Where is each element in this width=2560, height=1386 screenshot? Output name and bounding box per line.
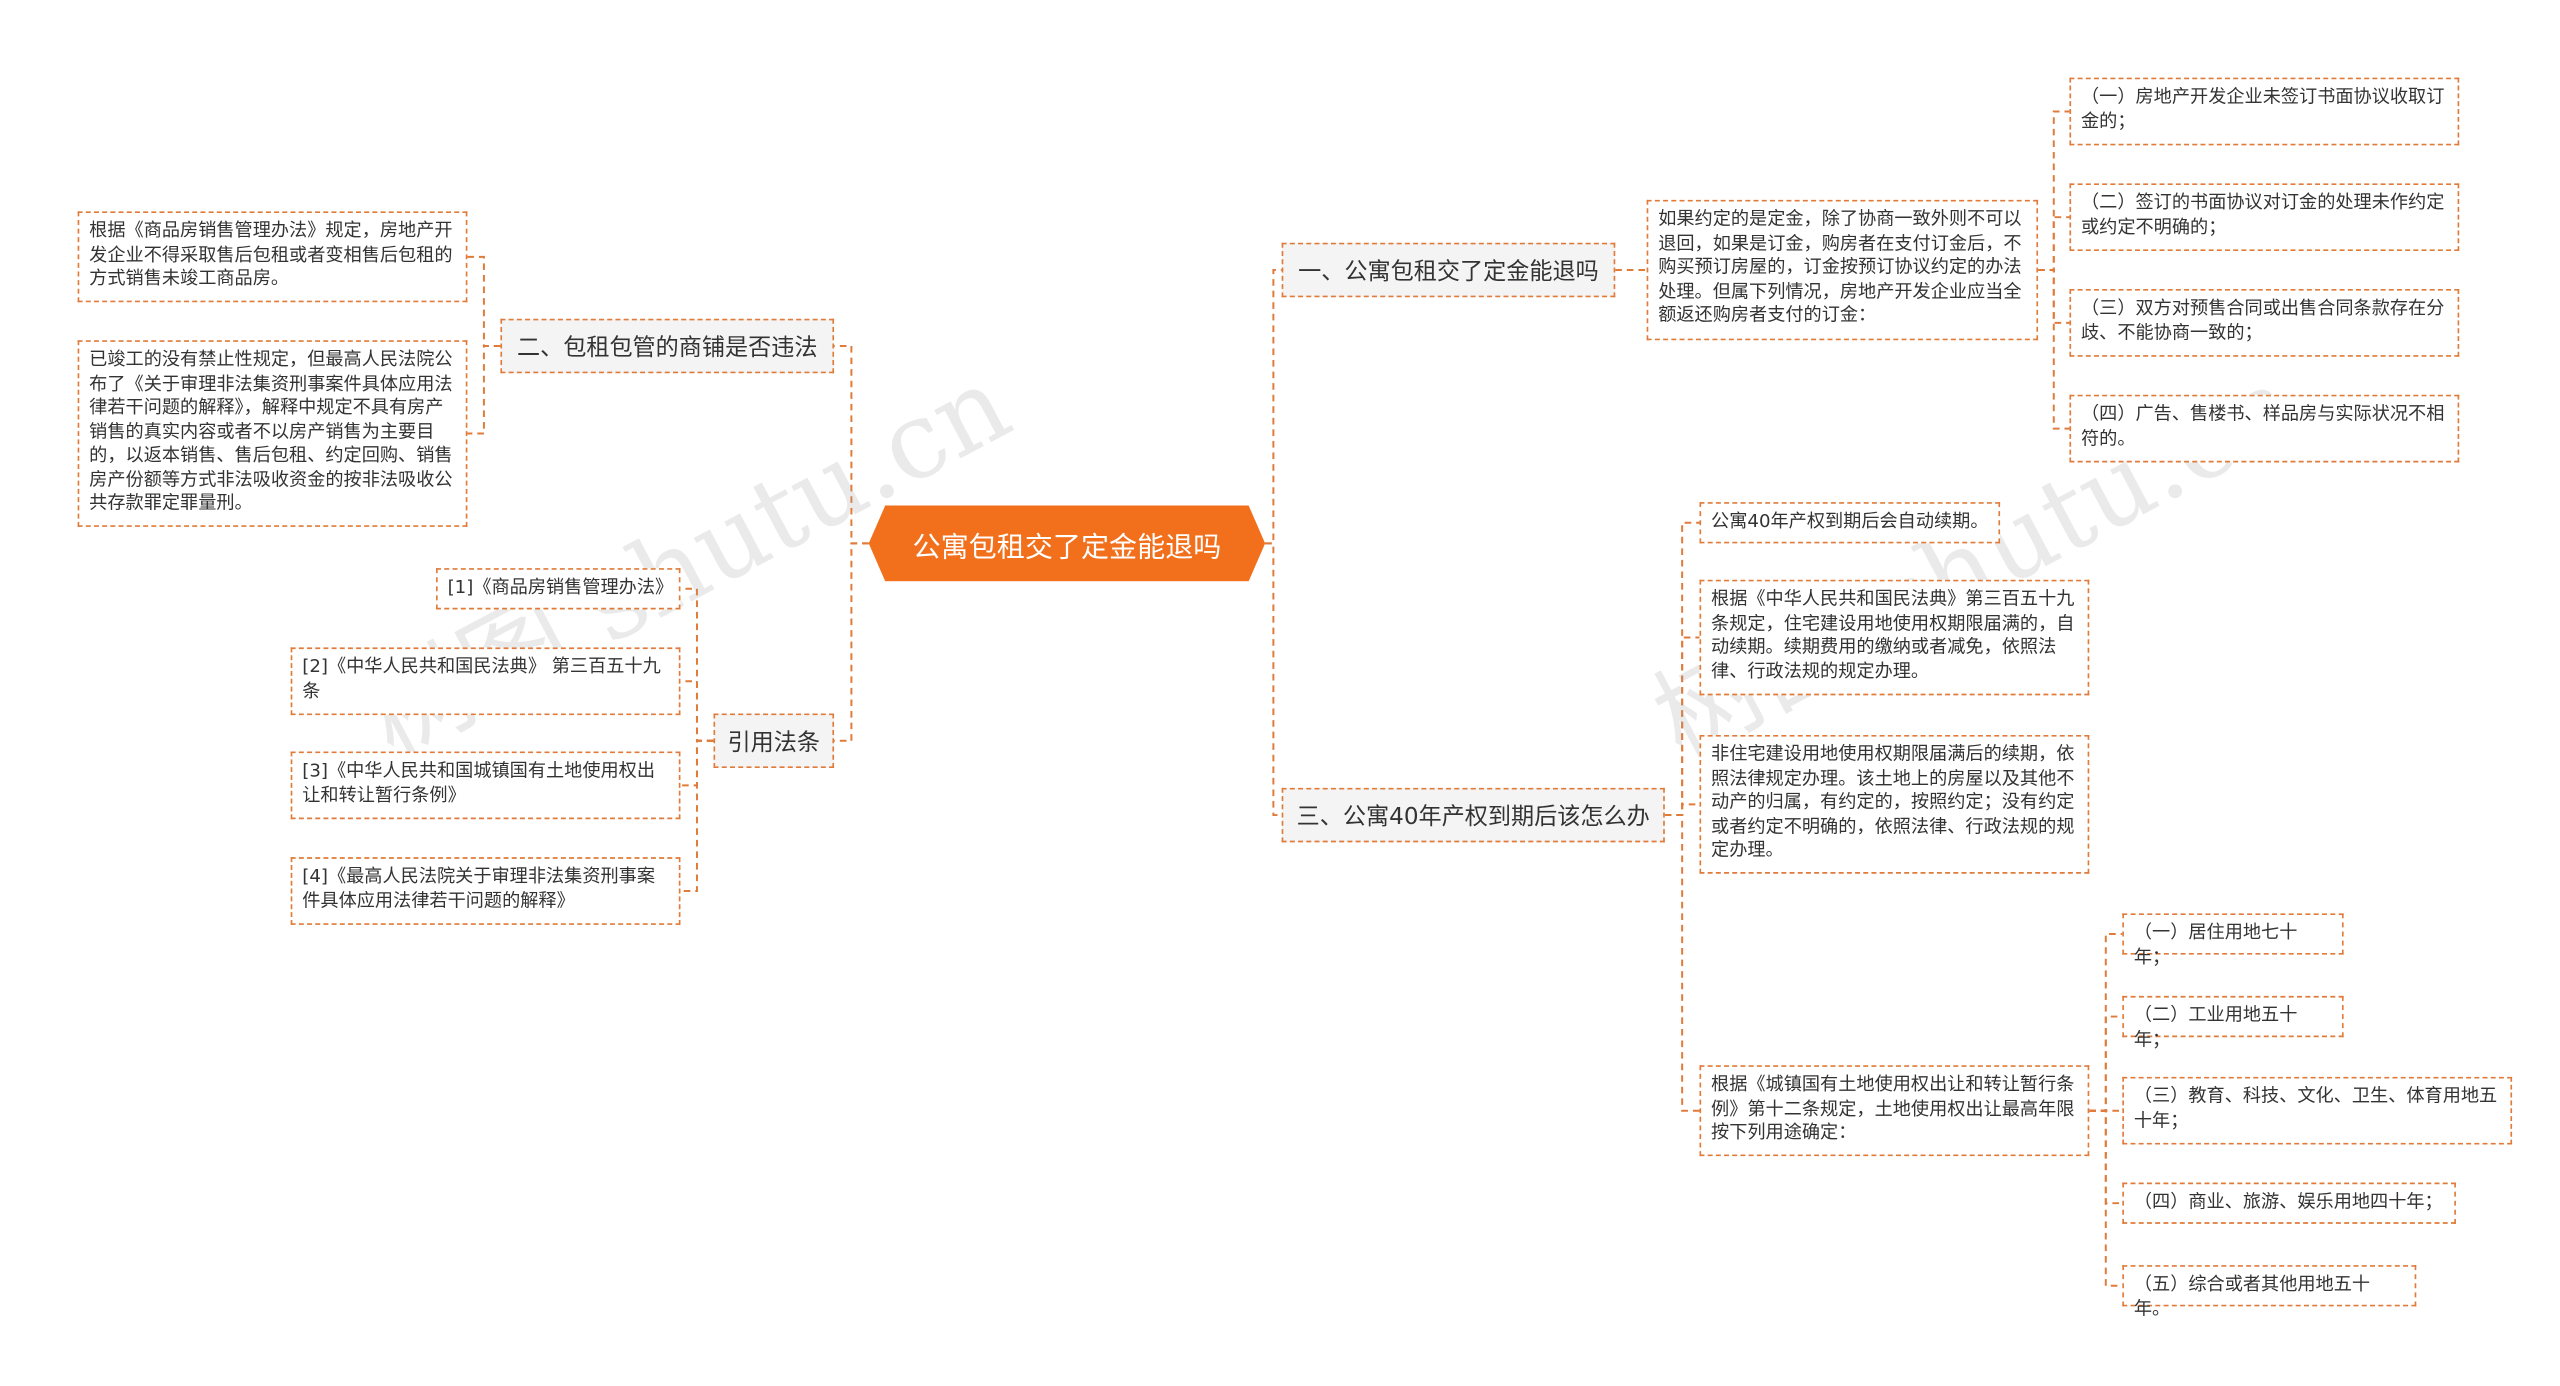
branch-1-item-3[interactable]: （三）双方对预售合同或出售合同条款存在分歧、不能协商一致的； — [2069, 289, 2460, 357]
land-term-5[interactable]: （五）综合或者其他用地五十年。 — [2122, 1265, 2417, 1319]
root-topic[interactable]: 公寓包租交了定金能退吗 — [869, 505, 1265, 581]
connector-branch-1-detail-branch-1-item-2 — [2038, 216, 2070, 272]
land-term-4[interactable]: （四）商业、旅游、娱乐用地四十年； — [2122, 1182, 2456, 1224]
branch-1-item-4[interactable]: （四）广告、售楼书、样品房与实际状况不相符的。 — [2069, 394, 2460, 463]
connector-branch-citations-title-citation-4 — [680, 739, 714, 893]
branch-1-item-1[interactable]: （一）房地产开发企业未签订书面协议收取订金的； — [2069, 77, 2460, 146]
connector-root-topic-branch-2-title — [834, 345, 869, 545]
connector-root-topic-branch-3-title — [1265, 542, 1282, 817]
connector-root-topic-branch-1-title — [1265, 269, 1282, 545]
branch-1-title[interactable]: 一、公寓包租交了定金能退吗 — [1281, 242, 1616, 298]
branch-1-detail[interactable]: 如果约定的是定金，除了协商一致外则不可以退回，如果是订金，购房者在支付订金后，不… — [1646, 199, 2039, 341]
citation-4[interactable]: [4]《最高人民法院关于审理非法集资刑事案件具体应用法律若干问题的解释》 — [290, 857, 681, 925]
land-term-1[interactable]: （一）居住用地七十年； — [2122, 913, 2344, 967]
mind-map: 树图 shutu.cn 树图 shutu.cn 公寓包租交了定金能退吗 一、公寓… — [0, 0, 2560, 1386]
connector-branch-3-title-branch-3-item-3 — [1664, 803, 1700, 817]
connector-branch-2-title-branch-2-item-2 — [467, 345, 501, 435]
connector-branch-3-item-4-land-term-2 — [2089, 1015, 2123, 1112]
connector-branch-3-title-branch-3-item-2 — [1664, 636, 1700, 817]
branch-3-item-3[interactable]: 非住宅建设用地使用权期限届满后的续期，依照法律规定办理。该土地上的房屋以及其他不… — [1699, 734, 2090, 874]
branch-citations-title[interactable]: 引用法条 — [713, 713, 835, 768]
land-term-2[interactable]: （二）工业用地五十年； — [2122, 995, 2344, 1050]
connector-branch-citations-title-citation-2 — [680, 680, 714, 742]
connector-branch-3-item-4-land-term-5 — [2089, 1109, 2123, 1287]
branch-1-item-2[interactable]: （二）签订的书面协议对订金的处理未作约定或约定不明确的； — [2069, 183, 2460, 252]
branch-3-item-1[interactable]: 公寓40年产权到期后会自动续期。 — [1699, 502, 2001, 544]
connector-root-topic-branch-citations-title — [834, 542, 869, 742]
connector-branch-2-title-branch-2-item-1 — [467, 255, 501, 348]
citation-1[interactable]: [1]《商品房销售管理办法》 — [436, 568, 681, 610]
branch-3-item-4[interactable]: 根据《城镇国有土地使用权出让和转让暂行条例》第十二条规定，土地使用权出让最高年限… — [1699, 1065, 2090, 1157]
branch-3-title[interactable]: 三、公寓40年产权到期后该怎么办 — [1281, 787, 1665, 843]
connector-branch-3-title-branch-3-item-4 — [1664, 814, 1700, 1112]
branch-2-title[interactable]: 二、包租包管的商铺是否违法 — [500, 318, 835, 374]
citation-3[interactable]: [3]《中华人民共和国城镇国有土地使用权出让和转让暂行条例》 — [290, 751, 681, 820]
citation-2[interactable]: [2]《中华人民共和国民法典》 第三百五十九条 — [290, 647, 681, 716]
branch-2-item-1[interactable]: 根据《商品房销售管理办法》规定，房地产开发企业不得采取售后包租或者变相售后包租的… — [77, 211, 468, 303]
connector-branch-1-detail-branch-1-item-4 — [2038, 269, 2070, 430]
branch-3-item-2[interactable]: 根据《中华人民共和国民法典》第三百五十九条规定，住宅建设用地使用权期限届满的，自… — [1699, 579, 2090, 696]
land-term-3[interactable]: （三）教育、科技、文化、卫生、体育用地五十年； — [2122, 1076, 2513, 1145]
branch-2-item-2[interactable]: 已竣工的没有禁止性规定，但最高人民法院公布了《关于审理非法集资刑事案件具体应用法… — [77, 340, 468, 527]
